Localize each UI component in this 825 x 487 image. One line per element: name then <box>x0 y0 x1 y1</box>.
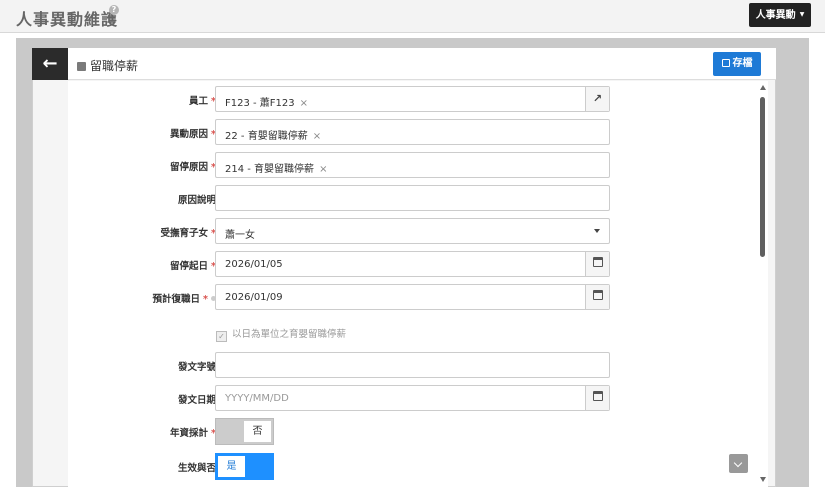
app-title: 人事異動維護 <box>16 10 119 29</box>
daily-unit-label: 以日為單位之育嬰留職停薪 <box>232 329 347 340</box>
arrow-left-icon: ← <box>42 53 58 74</box>
menu-button-label: 人事異動 <box>755 10 796 21</box>
employee-row: 員工 * F123 - 蕭F123 × ↗ <box>68 86 758 112</box>
start-date-label: 留停起日 * <box>170 261 216 272</box>
effective-label: 生效與否 <box>177 463 216 474</box>
panel-title: 留職停薪 <box>90 59 139 73</box>
caret-down-icon <box>594 229 600 233</box>
scroll-down-icon[interactable] <box>760 477 766 482</box>
panel-header: 留職停薪 存檔 <box>68 48 776 80</box>
child-value: 蕭一女 <box>225 230 255 241</box>
effective-row: 生效與否 是 <box>68 453 758 480</box>
seniority-toggle[interactable]: 否 <box>215 418 274 445</box>
floppy-disk-icon <box>721 59 730 67</box>
change-reason-value: 22 - 育嬰留職停薪 <box>225 131 308 142</box>
child-label: 受撫育子女 * <box>160 228 216 239</box>
form-area: 員工 * F123 - 蕭F123 × ↗ 異動原因 * 22 - 育嬰留職停薪 × 留… <box>68 81 758 487</box>
doc-number-input[interactable] <box>215 352 610 378</box>
doc-date-placeholder: YYYY/MM/DD <box>225 393 289 404</box>
calendar-icon[interactable] <box>585 386 609 410</box>
scroll-up-icon[interactable] <box>760 85 766 90</box>
doc-date-row: 發文日期 YYYY/MM/DD <box>68 385 758 411</box>
return-date-value: 2026/01/09 <box>225 292 283 303</box>
employee-label: 員工 * <box>189 96 216 107</box>
vertical-scrollbar[interactable] <box>758 81 768 487</box>
back-button[interactable]: ← <box>32 48 68 80</box>
return-date-input[interactable]: 2026/01/09 <box>215 284 610 310</box>
personnel-change-menu-button[interactable]: 人事異動 ▼ <box>749 3 811 27</box>
doc-date-label: 發文日期 <box>177 395 216 406</box>
calendar-icon[interactable] <box>585 285 609 309</box>
suspension-reason-remove-icon[interactable]: × <box>319 164 327 175</box>
reason-note-row: 原因說明 <box>68 185 758 211</box>
reason-note-input[interactable] <box>215 185 610 211</box>
seniority-row: 年資採計 * 否 <box>68 418 758 445</box>
external-link-icon[interactable]: ↗ <box>585 87 609 111</box>
save-button[interactable]: 存檔 <box>713 52 761 76</box>
help-icon[interactable]: ? <box>109 5 119 15</box>
return-date-row: 預計復職日 * 2026/01/09 <box>68 284 758 310</box>
employee-value: F123 - 蕭F123 <box>225 98 295 109</box>
child-select[interactable]: 蕭一女 <box>215 218 610 244</box>
save-button-label: 存檔 <box>732 58 753 69</box>
caret-down-icon: ▼ <box>799 11 805 18</box>
scroll-thumb[interactable] <box>760 97 765 257</box>
change-reason-select[interactable]: 22 - 育嬰留職停薪 × <box>215 119 610 145</box>
child-row: 受撫育子女 * 蕭一女 <box>68 218 758 244</box>
return-date-label: 預計復職日 * <box>153 291 216 305</box>
employee-remove-icon[interactable]: × <box>300 98 308 109</box>
start-date-input[interactable]: 2026/01/05 <box>215 251 610 277</box>
change-reason-remove-icon[interactable]: × <box>313 131 321 142</box>
effective-toggle-label: 是 <box>218 456 245 477</box>
start-date-row: 留停起日 * 2026/01/05 <box>68 251 758 277</box>
seniority-toggle-label: 否 <box>244 421 271 442</box>
calendar-icon[interactable] <box>585 252 609 276</box>
seniority-label: 年資採計 * <box>170 428 216 439</box>
change-reason-label: 異動原因 * <box>170 129 216 140</box>
edit-icon <box>77 62 86 71</box>
start-date-value: 2026/01/05 <box>225 259 283 270</box>
effective-toggle[interactable]: 是 <box>215 453 274 480</box>
top-bar: 人事異動維護 ? 人事異動 ▼ <box>0 0 825 33</box>
suspension-reason-row: 留停原因 * 214 - 育嬰留職停薪 × <box>68 152 758 178</box>
suspension-reason-select[interactable]: 214 - 育嬰留職停薪 × <box>215 152 610 178</box>
doc-number-label: 發文字號 <box>177 362 216 373</box>
scroll-to-bottom-button[interactable] <box>729 454 748 473</box>
change-reason-row: 異動原因 * 22 - 育嬰留職停薪 × <box>68 119 758 145</box>
suspension-reason-value: 214 - 育嬰留職停薪 <box>225 164 315 175</box>
suspension-reason-label: 留停原因 * <box>170 162 216 173</box>
doc-number-row: 發文字號 <box>68 352 758 378</box>
daily-unit-checkbox-row[interactable]: ✓ 以日為單位之育嬰留職停薪 <box>216 326 346 342</box>
daily-unit-checkbox[interactable]: ✓ <box>216 331 227 342</box>
employee-select[interactable]: F123 - 蕭F123 × ↗ <box>215 86 610 112</box>
doc-date-input[interactable]: YYYY/MM/DD <box>215 385 610 411</box>
reason-note-label: 原因說明 <box>177 195 216 206</box>
